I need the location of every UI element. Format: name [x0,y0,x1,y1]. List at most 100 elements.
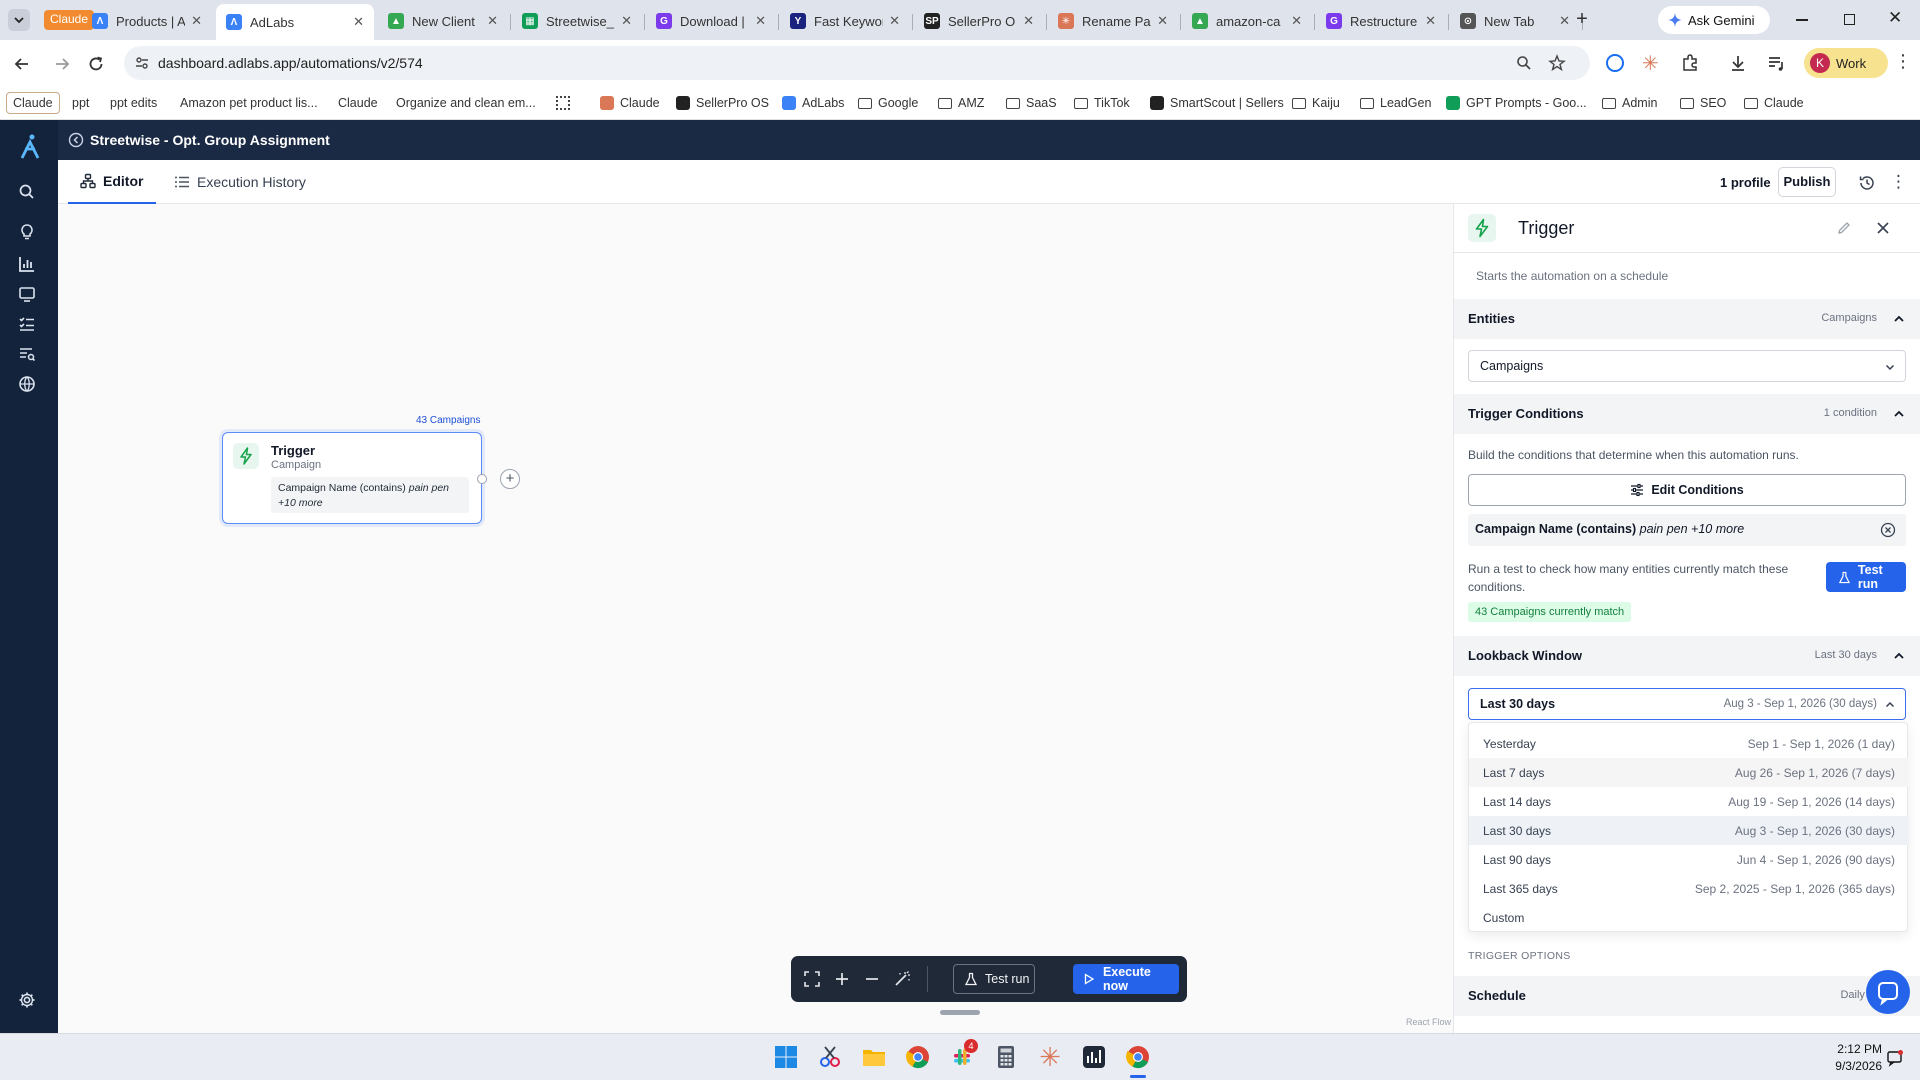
bookmark-item[interactable]: Organize and clean em... [396,92,536,114]
notifications-icon[interactable] [1886,1049,1904,1067]
browser-tab[interactable]: G Download | ✕ [646,6,776,36]
bookmark-item[interactable]: Claude [600,92,660,114]
lookback-option[interactable]: Last 365 days Sep 2, 2025 - Sep 1, 2026 (… [1469,874,1909,903]
download-icon[interactable] [1728,53,1748,73]
browser-tab[interactable]: Y Fast Keywor ✕ [780,6,910,36]
more-options-icon[interactable]: ⋮ [1890,172,1907,192]
monitor-icon[interactable] [17,284,37,304]
browser-tab[interactable]: ⊙ New Tab ✕ [1450,6,1580,36]
bookmark-item[interactable]: SaaS [1006,92,1057,114]
snipping-tool-icon[interactable] [816,1043,844,1071]
ask-gemini-button[interactable]: Ask Gemini [1658,6,1770,34]
bookmark-item[interactable]: TikTok [1074,92,1130,114]
tab-close-icon[interactable]: ✕ [1023,13,1034,29]
bookmark-item[interactable]: Claude [1744,92,1804,114]
browser-tab[interactable]: ▲ New Client ✕ [378,6,508,36]
schedule-section-header[interactable]: Schedule Daily • 0 [1454,976,1920,1016]
forward-arrow-icon[interactable] [52,54,72,74]
edit-conditions-button[interactable]: Edit Conditions [1468,474,1906,506]
tab-close-icon[interactable]: ✕ [755,13,766,29]
toolbar-test-run-button[interactable]: Test run [953,964,1035,994]
list-search-icon[interactable] [17,344,37,364]
bookmark-item[interactable]: GPT Prompts - Goo... [1446,92,1587,114]
bookmark-item[interactable]: AMZ [938,92,984,114]
react-flow-attribution[interactable]: React Flow [1406,1017,1451,1027]
bar-chart-icon[interactable] [17,254,37,274]
lookback-option[interactable]: Custom [1469,903,1909,932]
chart-app-icon[interactable] [1080,1043,1108,1071]
add-node-button[interactable]: + [500,469,520,489]
bookmark-star-icon[interactable] [1548,54,1566,72]
lookback-option[interactable]: Yesterday Sep 1 - Sep 1, 2026 (1 day) [1469,729,1909,758]
extensions-puzzle-icon[interactable] [1680,53,1700,73]
bookmark-item[interactable]: Google [858,92,918,114]
fit-view-icon[interactable] [803,970,821,988]
tab-close-icon[interactable]: ✕ [889,13,900,29]
tab-editor[interactable]: Editor [68,160,156,204]
adlabs-logo-icon[interactable] [18,134,42,160]
browser-tab[interactable]: G Restructure ✕ [1316,6,1446,36]
remove-condition-icon[interactable] [1880,522,1896,538]
settings-gear-icon[interactable] [17,990,37,1010]
entities-select[interactable]: Campaigns [1468,350,1906,382]
chrome-icon[interactable] [904,1043,932,1071]
search-icon[interactable] [17,182,37,202]
claude-app-icon[interactable]: ✳ [1036,1043,1064,1071]
bookmark-item[interactable]: LeadGen [1360,92,1431,114]
magic-wand-icon[interactable] [893,970,911,988]
zoom-in-icon[interactable] [833,970,851,988]
file-explorer-icon[interactable] [860,1043,888,1071]
close-window-icon[interactable]: ✕ [1888,8,1902,28]
extension-claude-icon[interactable]: ✳ [1642,51,1659,76]
version-history-icon[interactable] [1858,174,1876,192]
slack-icon[interactable]: 4 [948,1039,978,1071]
tab-close-icon[interactable]: ✕ [353,14,364,30]
bookmark-item[interactable]: SEO [1680,92,1726,114]
lookback-option[interactable]: Last 30 days Aug 3 - Sep 1, 2026 (30 days… [1469,816,1909,845]
bookmark-item[interactable]: Claude [6,92,60,114]
flow-canvas[interactable]: 43 Campaigns Trigger Campaign Campaign N… [58,204,1453,1033]
zoom-out-icon[interactable] [863,970,881,988]
media-controls-icon[interactable] [1766,53,1786,73]
bookmark-item[interactable]: Amazon pet product lis... [180,92,318,114]
bookmark-item[interactable]: AdLabs [782,92,844,114]
tab-close-icon[interactable]: ✕ [1425,13,1436,29]
browser-tab[interactable]: SP SellerPro O ✕ [914,6,1044,36]
tab-close-icon[interactable]: ✕ [1157,13,1168,29]
bookmark-item[interactable]: ppt edits [110,92,157,114]
trigger-conditions-section-header[interactable]: Trigger Conditions 1 condition [1454,394,1920,434]
tab-execution-history[interactable]: Execution History [170,160,306,204]
extension-1password-icon[interactable] [1606,54,1624,72]
globe-icon[interactable] [17,374,37,394]
browser-menu-icon[interactable]: ⋮ [1894,52,1912,70]
taskbar-time[interactable]: 2:12 PM [1822,1042,1882,1056]
lookback-option[interactable]: Last 14 days Aug 19 - Sep 1, 2026 (14 day… [1469,787,1909,816]
taskbar-date[interactable]: 9/3/2026 [1822,1059,1882,1073]
back-arrow-icon[interactable] [12,54,32,74]
calculator-icon[interactable] [992,1043,1020,1071]
support-chat-button[interactable] [1866,970,1910,1014]
tab-close-icon[interactable]: ✕ [621,13,632,29]
bookmark-item[interactable]: SmartScout | Sellers [1150,92,1284,114]
profile-chip[interactable]: K Work [1804,48,1888,78]
browser-tab[interactable]: ✳ Rename Pa ✕ [1048,6,1178,36]
chrome-profile-icon[interactable] [1124,1043,1152,1078]
windows-start-icon[interactable] [772,1043,800,1071]
tab-close-icon[interactable]: ✕ [1291,13,1302,29]
checklist-icon[interactable] [17,314,37,334]
address-bar[interactable]: dashboard.adlabs.app/automations/v2/574 [124,46,1590,80]
publish-button[interactable]: Publish [1778,167,1836,197]
tab-close-icon[interactable]: ✕ [1559,13,1570,29]
panel-test-run-button[interactable]: Test run [1826,562,1906,592]
tab-search-button[interactable] [8,9,30,31]
browser-tab[interactable]: Λ Products | A ✕ [82,6,212,36]
execute-now-button[interactable]: Execute now [1073,964,1179,994]
browser-tab[interactable]: Λ AdLabs ✕ [216,4,374,40]
lightbulb-icon[interactable] [17,222,37,242]
site-info-icon[interactable] [134,55,150,71]
browser-tab[interactable]: ▦ Streetwise_ ✕ [512,6,642,36]
apps-grid-icon[interactable] [556,96,570,110]
profile-count[interactable]: 1 profile [1720,175,1771,190]
lookback-option[interactable]: Last 7 days Aug 26 - Sep 1, 2026 (7 days) [1469,758,1909,787]
bookmark-item[interactable]: SellerPro OS [676,92,769,114]
